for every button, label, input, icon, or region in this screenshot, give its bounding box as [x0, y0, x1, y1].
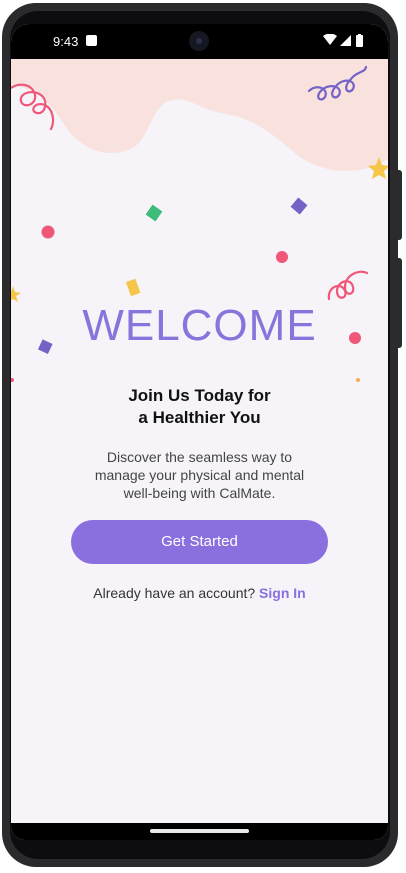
star-yellow-left — [11, 286, 21, 302]
welcome-title: WELCOME — [82, 301, 317, 350]
confetti-green — [145, 204, 163, 222]
front-camera — [189, 31, 209, 51]
wifi-icon — [323, 34, 337, 45]
signal-icon — [340, 35, 351, 46]
confetti-decoration — [11, 59, 388, 382]
android-notification-icon — [86, 35, 97, 46]
swirl-pink-right — [327, 270, 369, 301]
description-line: manage your physical and mental — [94, 467, 305, 483]
status-icons — [323, 34, 363, 47]
battery-icon — [356, 35, 363, 47]
welcome-description: Discover the seamless way to manage your… — [71, 448, 328, 502]
subtitle-line: a Healthier You — [138, 408, 261, 427]
status-time: 9:43 — [53, 34, 79, 49]
status-bar: 9:43 — [11, 24, 388, 59]
top-blob-shape — [11, 59, 388, 171]
description-line: well-being with CalMate. — [123, 485, 276, 501]
sign-in-link[interactable]: Sign In — [259, 585, 306, 601]
dot-pink-right-top — [276, 251, 288, 263]
description-line: Discover the seamless way to — [106, 449, 293, 465]
dot-pink-left — [41, 225, 55, 239]
volume-button — [398, 258, 402, 348]
welcome-subtitle: Join Us Today for a Healthier You — [71, 385, 328, 429]
confetti-yellow — [125, 278, 141, 297]
account-prompt-text: Already have an account? — [93, 585, 256, 601]
power-button — [398, 170, 402, 240]
sign-in-prompt: Already have an account? Sign In — [11, 585, 388, 601]
home-indicator[interactable] — [150, 829, 249, 833]
confetti-purple-top — [290, 197, 308, 215]
subtitle-line: Join Us Today for — [128, 386, 271, 405]
dot-pink-edge — [11, 378, 14, 382]
gesture-nav-bar — [11, 823, 388, 840]
phone-screen: 9:43 WELCOME Join Us Today for a Healthi… — [11, 24, 388, 840]
dot-orange-edge — [356, 378, 360, 382]
get-started-button[interactable]: Get Started — [71, 520, 328, 564]
welcome-screen: WELCOME Join Us Today for a Healthier Yo… — [11, 59, 388, 823]
phone-device: 9:43 WELCOME Join Us Today for a Healthi… — [0, 0, 406, 873]
